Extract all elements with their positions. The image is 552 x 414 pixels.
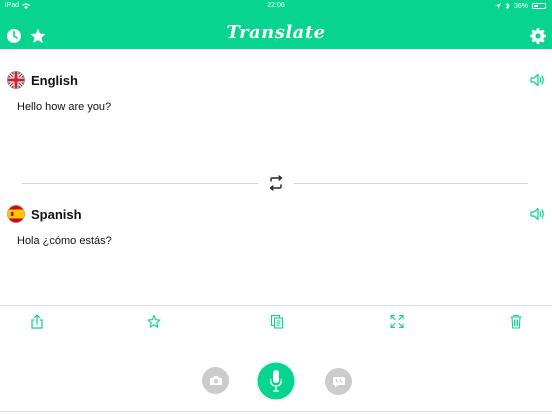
location-icon (494, 3, 501, 9)
star-icon (147, 314, 161, 328)
battery-icon (532, 3, 546, 9)
app-header: iPad 22:06 36% Translate (0, 0, 552, 49)
divider-right (294, 183, 528, 184)
settings-gear-icon (530, 28, 546, 44)
fullscreen-icon (390, 314, 404, 329)
target-text: Hola ¿cómo estás? (17, 235, 112, 247)
share-button[interactable] (30, 314, 44, 329)
fullscreen-button[interactable] (390, 314, 404, 329)
conversation-button[interactable] (325, 368, 352, 395)
delete-button[interactable] (509, 314, 523, 329)
swap-icon (269, 175, 283, 191)
battery-percent: 36% (513, 2, 528, 10)
camera-button[interactable] (202, 367, 229, 394)
bluetooth-icon (505, 2, 510, 10)
target-language-selector[interactable]: Spanish (7, 205, 82, 223)
toolbar-divider (0, 305, 552, 306)
target-speaker-button[interactable] (530, 207, 546, 221)
app-title: Translate (226, 22, 326, 43)
bottom-divider (0, 411, 552, 412)
settings-button[interactable] (529, 27, 547, 45)
trash-icon (510, 314, 522, 329)
conversation-icon (332, 377, 345, 388)
target-language-name: Spanish (31, 206, 82, 222)
copy-icon (270, 314, 284, 329)
source-text[interactable]: Hello how are you? (17, 101, 111, 113)
camera-icon (209, 376, 222, 385)
source-language-selector[interactable]: English (7, 71, 78, 89)
share-icon (31, 314, 43, 329)
spain-flag-icon (7, 205, 25, 223)
favorite-button[interactable] (147, 314, 161, 329)
microphone-button[interactable] (256, 361, 296, 401)
divider-left (22, 183, 258, 184)
uk-flag-icon (7, 71, 25, 89)
status-time: 22:06 (267, 2, 285, 9)
swap-languages-button[interactable] (267, 175, 285, 191)
speaker-icon (530, 207, 544, 221)
source-language-name: English (31, 72, 78, 88)
speaker-icon (530, 73, 544, 87)
copy-button[interactable] (270, 314, 284, 329)
status-bar: iPad 22:06 36% (0, 0, 552, 12)
status-right: 36% (494, 2, 546, 10)
source-speaker-button[interactable] (530, 73, 546, 87)
microphone-icon (269, 370, 283, 392)
